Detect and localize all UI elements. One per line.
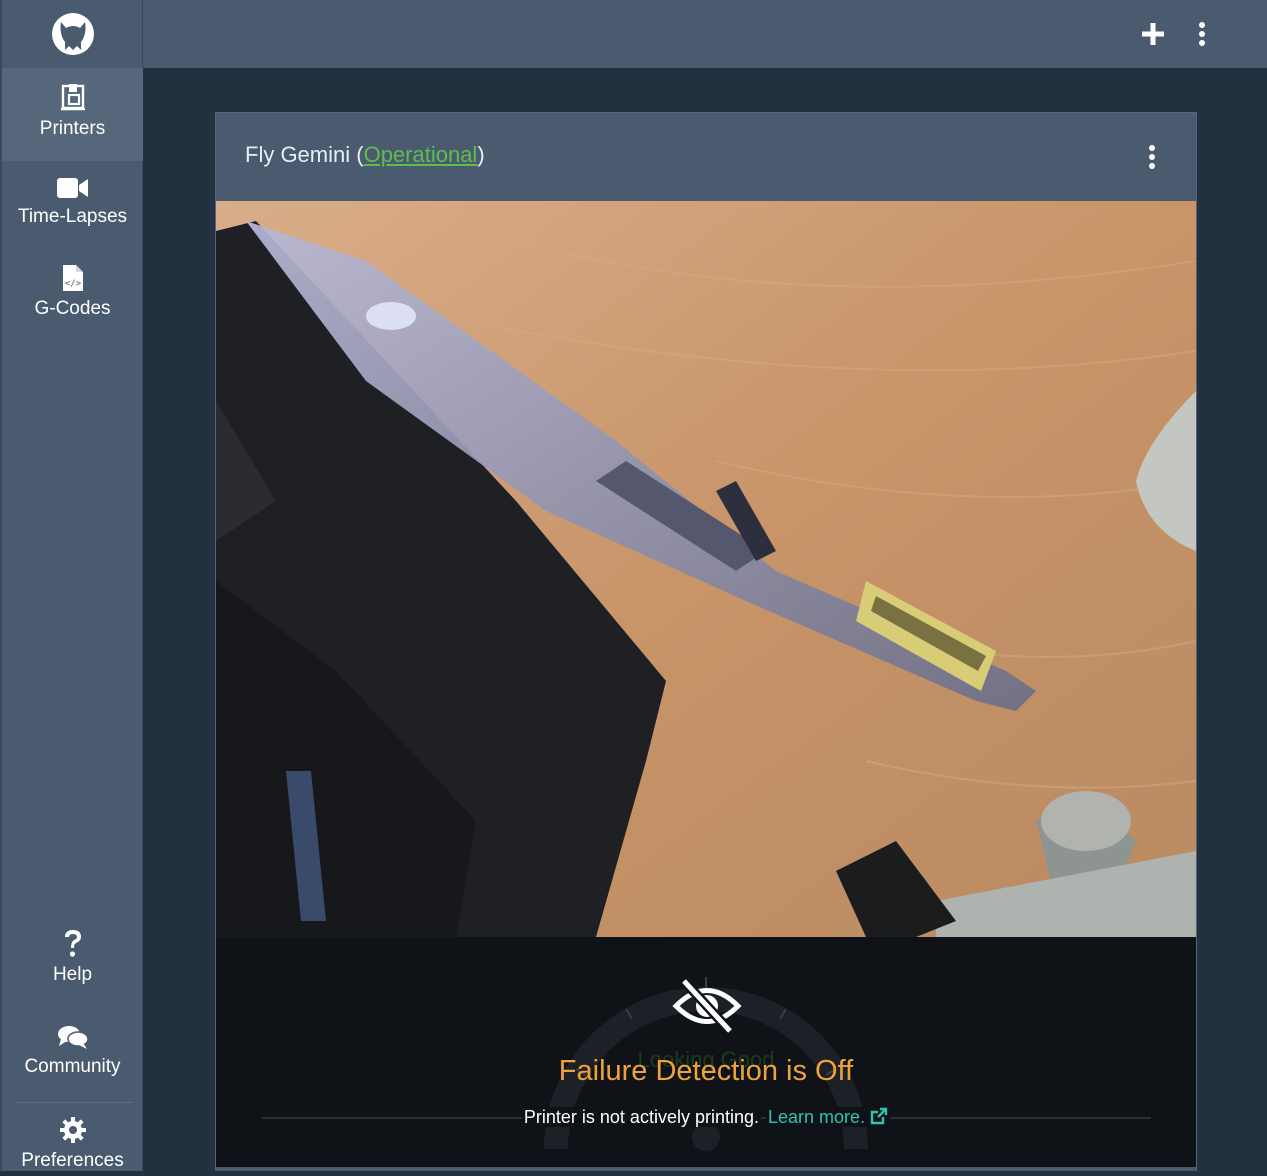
sidebar-item-label: Time-Lapses: [17, 206, 128, 227]
top-bar: [143, 0, 1267, 68]
sidebar-item-label: Community: [24, 1056, 121, 1077]
sidebar-item-printers[interactable]: Printers: [2, 68, 143, 161]
sidebar-item-label: Preferences: [21, 1150, 124, 1171]
failure-detection-panel: Looking Good Failure Detection is Off Pr…: [216, 937, 1196, 1167]
gear-icon: [59, 1117, 86, 1143]
sidebar-item-label: Help: [52, 964, 93, 985]
webcam-image: [216, 201, 1196, 937]
sidebar-item-time-lapses[interactable]: Time-Lapses: [2, 172, 143, 252]
app-logo[interactable]: [2, 0, 143, 68]
octopus-logo-icon: [51, 13, 94, 55]
external-link-icon: [870, 1107, 888, 1125]
question-icon: [64, 930, 81, 957]
printer-title: Fly Gemini (Operational): [245, 142, 485, 167]
sidebar-item-label: G-Codes: [34, 298, 111, 319]
printer-icon: [60, 84, 85, 111]
vertical-ellipsis-icon: [1149, 145, 1155, 169]
plus-icon: [1142, 23, 1164, 45]
sidebar-item-label: Printers: [39, 118, 106, 139]
video-camera-icon: [56, 178, 88, 198]
top-menu-button[interactable]: [1182, 14, 1222, 54]
learn-more-link[interactable]: Learn more.: [766, 1107, 891, 1127]
vertical-ellipsis-icon: [1199, 22, 1205, 46]
svg-text:</>: </>: [64, 279, 81, 289]
printer-card: Fly Gemini (Operational) Looking Good Fa…: [215, 112, 1197, 1171]
sidebar-item-preferences[interactable]: Preferences: [2, 1116, 143, 1176]
code-file-icon: </>: [62, 265, 83, 291]
sidebar-item-help[interactable]: Help: [2, 928, 143, 998]
learn-more-label: Learn more.: [768, 1107, 866, 1127]
failure-detection-title: Failure Detection is Off: [558, 1055, 854, 1087]
sidebar-divider: [16, 1102, 132, 1103]
comments-icon: [57, 1026, 89, 1049]
printer-name: Fly Gemini: [245, 142, 351, 167]
failure-detection-message-row: Printer is not actively printing. Learn …: [216, 1107, 1196, 1128]
printer-status-link[interactable]: Operational: [364, 142, 478, 167]
printer-card-header: Fly Gemini (Operational): [216, 113, 1196, 201]
sidebar-item-community[interactable]: Community: [2, 1024, 143, 1094]
sidebar: Printers Time-Lapses </> G-Codes Help Co: [0, 0, 143, 1171]
failure-detection-message: Printer is not actively printing.: [521, 1107, 761, 1127]
printer-card-menu-button[interactable]: [1140, 141, 1164, 173]
card-bottom-border: [216, 1167, 1196, 1171]
eye-slash-icon: [672, 977, 742, 1035]
sidebar-item-g-codes[interactable]: </> G-Codes: [2, 264, 143, 344]
add-printer-button[interactable]: [1133, 14, 1173, 54]
webcam-stream[interactable]: [216, 201, 1196, 937]
